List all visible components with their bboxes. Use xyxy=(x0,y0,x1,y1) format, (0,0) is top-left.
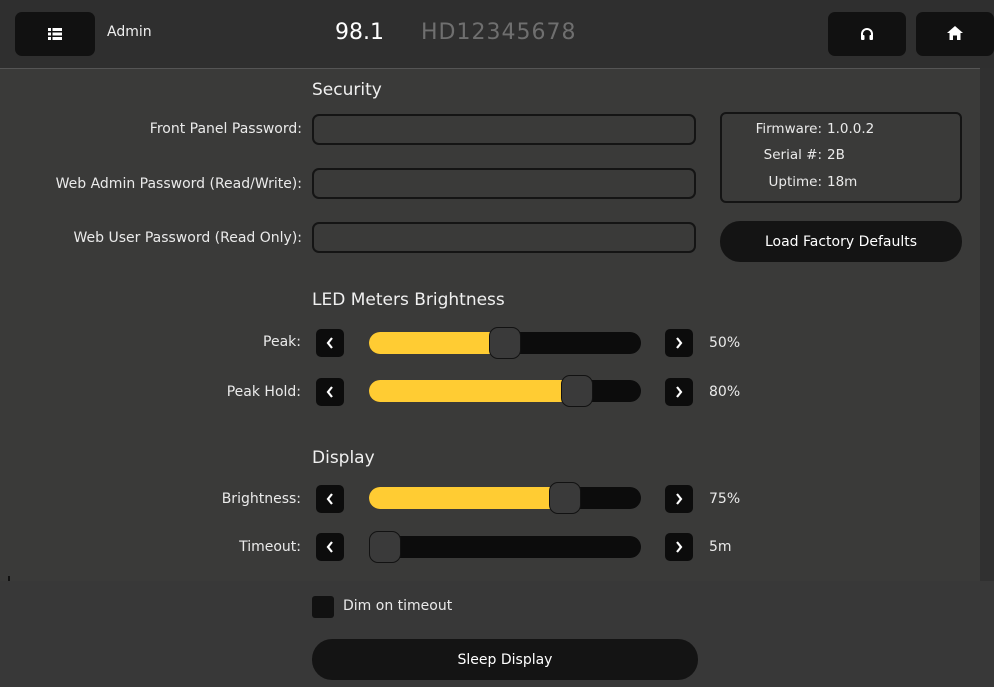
chevron-right-icon xyxy=(675,383,683,402)
sleep-display-button[interactable]: Sleep Display xyxy=(312,639,698,680)
serial-value: 2B xyxy=(827,147,845,163)
station-id-display: HD12345678 xyxy=(421,20,577,45)
peak-slider-handle[interactable] xyxy=(489,327,521,359)
peak-value: 50% xyxy=(709,335,741,351)
peak-hold-increase-button[interactable] xyxy=(665,378,693,406)
headphones-button[interactable] xyxy=(828,12,906,56)
firmware-key: Firmware: xyxy=(755,121,822,137)
chevron-left-icon xyxy=(326,383,334,402)
firmware-value: 1.0.0.2 xyxy=(827,121,875,137)
brightness-slider[interactable] xyxy=(369,482,641,514)
front-panel-password-input[interactable] xyxy=(312,114,696,145)
dim-on-timeout-label: Dim on timeout xyxy=(343,598,453,614)
front-panel-password-label: Front Panel Password: xyxy=(149,121,302,137)
peak-hold-slider-fill xyxy=(369,380,577,402)
chevron-right-icon xyxy=(675,538,683,557)
web-user-password-input[interactable] xyxy=(312,222,696,253)
peak-slider[interactable] xyxy=(369,327,641,359)
security-title: Security xyxy=(312,80,382,100)
peak-hold-decrease-button[interactable] xyxy=(316,378,344,406)
peak-hold-slider-handle[interactable] xyxy=(561,375,593,407)
chevron-right-icon xyxy=(675,490,683,509)
brightness-slider-fill xyxy=(369,487,565,509)
menu-button[interactable] xyxy=(15,12,95,56)
serial-key: Serial #: xyxy=(763,147,822,163)
top-bar: Admin 98.1 HD12345678 xyxy=(0,0,994,69)
peak-hold-label: Peak Hold: xyxy=(226,384,301,400)
web-user-password-label: Web User Password (Read Only): xyxy=(73,230,302,246)
uptime-key: Uptime: xyxy=(768,174,823,190)
web-admin-password-input[interactable] xyxy=(312,168,696,199)
timeout-slider[interactable] xyxy=(369,531,641,563)
list-icon xyxy=(48,25,62,44)
peak-decrease-button[interactable] xyxy=(316,329,344,357)
timeout-increase-button[interactable] xyxy=(665,533,693,561)
led-meters-title: LED Meters Brightness xyxy=(312,290,505,310)
chevron-left-icon xyxy=(326,538,334,557)
brightness-value: 75% xyxy=(709,491,741,507)
frequency-display: 98.1 xyxy=(335,20,384,45)
timeout-decrease-button[interactable] xyxy=(316,533,344,561)
timeout-label: Timeout: xyxy=(239,539,301,555)
timeout-slider-handle[interactable] xyxy=(369,531,401,563)
chevron-left-icon xyxy=(326,334,334,353)
display-title: Display xyxy=(312,448,375,468)
chevron-right-icon xyxy=(675,334,683,353)
peak-increase-button[interactable] xyxy=(665,329,693,357)
home-button[interactable] xyxy=(916,12,994,56)
chevron-left-icon xyxy=(326,490,334,509)
uptime-value: 18m xyxy=(827,174,858,190)
brightness-decrease-button[interactable] xyxy=(316,485,344,513)
page-title: Admin xyxy=(107,24,152,40)
dim-on-timeout-checkbox[interactable] xyxy=(312,596,334,618)
load-factory-defaults-button[interactable]: Load Factory Defaults xyxy=(720,221,962,262)
brightness-increase-button[interactable] xyxy=(665,485,693,513)
scroll-gutter xyxy=(980,68,994,600)
brightness-slider-handle[interactable] xyxy=(549,482,581,514)
timeout-value: 5m xyxy=(709,539,732,555)
web-admin-password-label: Web Admin Password (Read/Write): xyxy=(55,176,302,192)
peak-slider-fill xyxy=(369,332,505,354)
headphones-icon xyxy=(860,25,874,44)
peak-label: Peak: xyxy=(263,334,301,350)
home-icon xyxy=(947,25,963,44)
device-info-box: Firmware: 1.0.0.2 Serial #: 2B Uptime: 1… xyxy=(720,112,962,203)
peak-hold-slider[interactable] xyxy=(369,375,641,407)
brightness-label: Brightness: xyxy=(221,491,301,507)
peak-hold-value: 80% xyxy=(709,384,741,400)
